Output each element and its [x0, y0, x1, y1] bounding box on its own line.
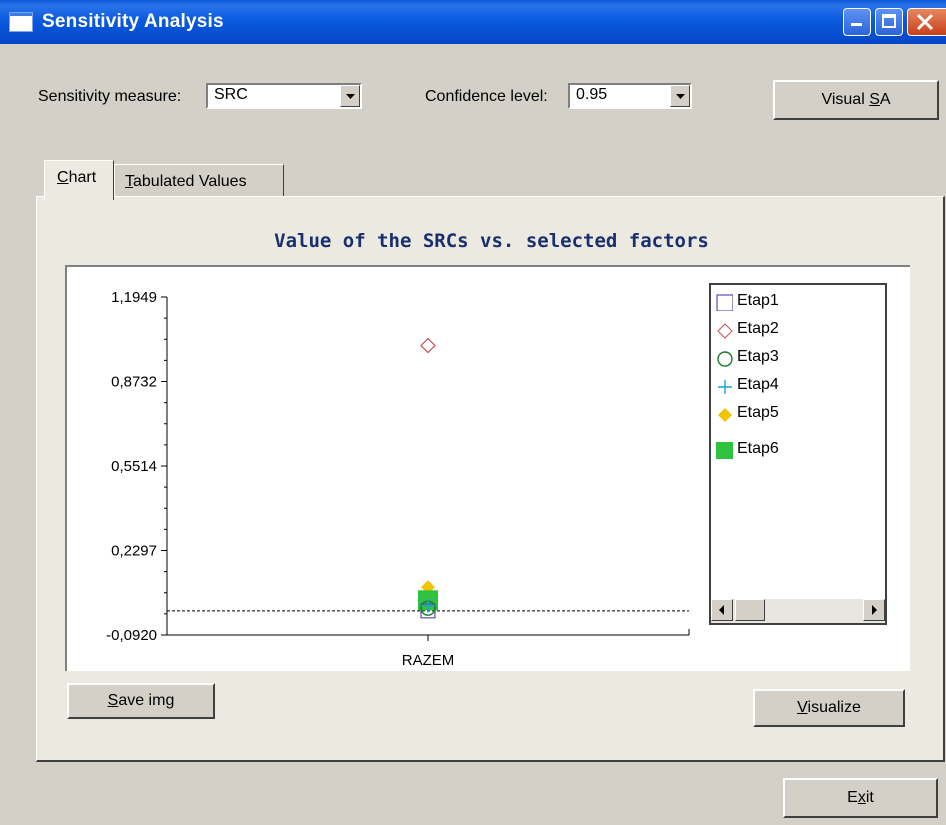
legend-marker-icon: [717, 351, 733, 367]
sensitivity-measure-label: Sensitivity measure:: [38, 88, 182, 105]
tab-chart[interactable]: Chart: [44, 160, 114, 200]
chart-tab-panel: Value of the SRCs vs. selected factors 1…: [36, 196, 945, 762]
sensitivity-measure-select[interactable]: SRC: [206, 83, 362, 109]
scroll-thumb[interactable]: [735, 599, 765, 621]
save-img-label: Save img: [107, 692, 175, 709]
y-tick-label: 0,8732: [111, 374, 157, 391]
y-tick-label: 0,5514: [111, 458, 157, 475]
legend-marker-icon: [717, 323, 733, 339]
minimize-button[interactable]: [843, 8, 871, 36]
exit-button[interactable]: Exit: [783, 778, 938, 818]
chart-plot-area: 1,1949 0,8732 0,5514 0,2297 -0,0920 RAZEM Eta…: [65, 265, 910, 671]
visual-sa-button[interactable]: Visual SA: [773, 80, 939, 120]
window-app-icon: [9, 12, 33, 32]
confidence-dropdown-button[interactable]: [670, 85, 690, 107]
arrow-right-icon: [872, 605, 877, 615]
chart-legend: Etap1 Etap2 Etap3 Etap4 Etap5 Etap6: [709, 283, 887, 625]
maximize-icon: [882, 14, 896, 28]
chart-svg: 1,1949 0,8732 0,5514 0,2297 -0,0920 RAZEM: [106, 289, 690, 669]
close-icon: [916, 13, 934, 31]
scroll-left-button[interactable]: [711, 599, 733, 621]
legend-label: Etap3: [737, 348, 779, 365]
legend-horizontal-scrollbar[interactable]: [711, 599, 885, 623]
tab-tabulated-values-label: Tabulated Values: [125, 173, 247, 190]
legend-marker-icon: [718, 408, 732, 422]
chevron-down-icon: [346, 94, 355, 99]
maximize-button[interactable]: [875, 8, 903, 36]
visualize-button[interactable]: Visualize: [753, 689, 905, 727]
visual-sa-label: Visual SA: [821, 91, 891, 108]
save-img-button[interactable]: Save img: [67, 683, 215, 719]
legend-marker-icon: [718, 380, 732, 394]
tab-tabulated-values[interactable]: Tabulated Values: [114, 164, 284, 198]
legend-marker-icon: [716, 294, 733, 311]
legend-label: Etap6: [737, 440, 779, 457]
data-point-etap2: [420, 337, 436, 354]
minimize-icon: [851, 23, 862, 26]
y-tick-label: -0,0920: [106, 627, 157, 644]
y-tick-label: 0,2297: [111, 543, 157, 560]
y-tick-label: 1,1949: [111, 289, 157, 306]
scroll-right-button[interactable]: [863, 599, 885, 621]
legend-label: Etap1: [737, 292, 779, 309]
legend-label: Etap4: [737, 376, 779, 393]
visualize-label: Visualize: [797, 699, 861, 716]
confidence-level-value: 0.95: [576, 86, 608, 103]
arrow-left-icon: [719, 605, 724, 615]
title-bar: Sensitivity Analysis: [0, 0, 946, 44]
exit-label: Exit: [847, 789, 874, 806]
window-title: Sensitivity Analysis: [42, 11, 224, 32]
tab-chart-label: Chart: [57, 169, 97, 186]
chart-title: Value of the SRCs vs. selected factors: [274, 230, 709, 252]
chevron-down-icon: [676, 94, 685, 99]
legend-label: Etap5: [737, 404, 779, 421]
legend-marker-icon: [716, 442, 733, 459]
confidence-level-label: Confidence level:: [425, 88, 548, 105]
x-tick-label: RAZEM: [402, 652, 455, 669]
legend-label: Etap2: [737, 320, 779, 337]
sensitivity-measure-value: SRC: [214, 86, 248, 103]
sensitivity-dropdown-button[interactable]: [340, 85, 360, 107]
close-button[interactable]: [907, 8, 946, 36]
confidence-level-select[interactable]: 0.95: [568, 83, 692, 109]
